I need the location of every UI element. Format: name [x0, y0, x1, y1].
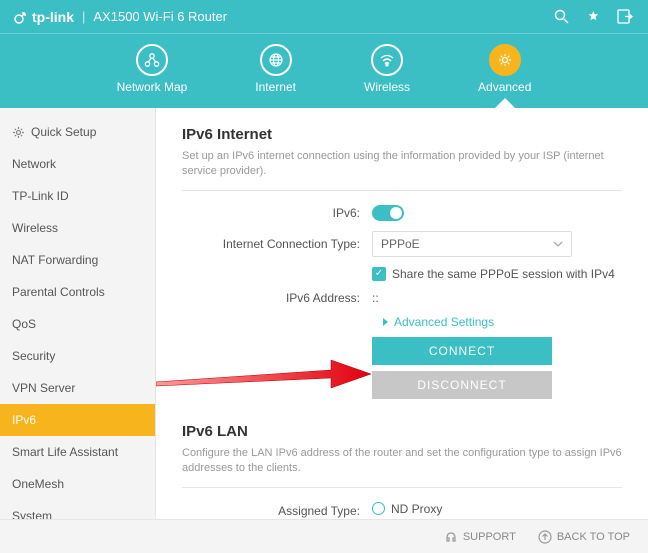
- sidebar-item-security[interactable]: Security: [0, 340, 155, 372]
- ipv6-addr-value: ::: [372, 291, 622, 305]
- sidebar-item-network[interactable]: Network: [0, 148, 155, 180]
- tab-label: Wireless: [364, 80, 410, 94]
- support-link[interactable]: SUPPORT: [444, 530, 516, 544]
- tab-wireless[interactable]: Wireless: [364, 44, 410, 94]
- tab-advanced[interactable]: Advanced: [478, 44, 531, 94]
- sidebar-item-label: Quick Setup: [31, 125, 96, 139]
- tab-label: Internet: [255, 80, 296, 94]
- search-icon[interactable]: [552, 8, 570, 26]
- connect-button[interactable]: CONNECT: [372, 337, 552, 365]
- radio-icon: [372, 502, 385, 515]
- back-to-top-link[interactable]: BACK TO TOP: [538, 530, 630, 544]
- sidebar-item-quick-setup[interactable]: Quick Setup: [0, 116, 155, 148]
- body: Quick Setup Network TP-Link ID Wireless …: [0, 108, 648, 527]
- back-to-top-label: BACK TO TOP: [557, 531, 630, 543]
- share-pppoe-checkbox[interactable]: ✓: [372, 267, 386, 281]
- section-desc-ipv6-lan: Configure the LAN IPv6 address of the ro…: [182, 446, 622, 488]
- ipv6-label: IPv6:: [182, 206, 372, 220]
- sidebar-item-label: QoS: [12, 317, 36, 331]
- main-content: IPv6 Internet Set up an IPv6 internet co…: [156, 108, 648, 527]
- sidebar-item-label: OneMesh: [12, 477, 64, 491]
- header-actions: [552, 8, 634, 26]
- brand-logo: tp-link: [14, 9, 74, 25]
- share-pppoe-label: Share the same PPPoE session with IPv4: [392, 267, 615, 281]
- app-header: tp-link | AX1500 Wi-Fi 6 Router Network …: [0, 0, 648, 108]
- network-map-icon: [136, 44, 168, 76]
- main-tabs: Network Map Internet Wireless Advanced: [0, 34, 648, 108]
- sidebar-item-label: Parental Controls: [12, 285, 105, 299]
- sidebar-item-ipv6[interactable]: IPv6: [0, 404, 155, 436]
- conn-type-label: Internet Connection Type:: [182, 237, 372, 251]
- led-icon[interactable]: [584, 8, 602, 26]
- brand-name: tp-link: [32, 9, 74, 25]
- support-icon: [444, 530, 458, 544]
- section-title-ipv6-internet: IPv6 Internet: [182, 126, 622, 143]
- sidebar-item-label: IPv6: [12, 413, 36, 427]
- ipv6-toggle[interactable]: [372, 205, 404, 221]
- sidebar-item-label: VPN Server: [12, 381, 75, 395]
- conn-type-value: PPPoE: [381, 237, 420, 251]
- footer: SUPPORT BACK TO TOP: [0, 519, 648, 553]
- header-top-bar: tp-link | AX1500 Wi-Fi 6 Router: [0, 0, 648, 34]
- model-name: AX1500 Wi-Fi 6 Router: [93, 9, 227, 24]
- caret-right-icon: [382, 317, 390, 327]
- up-arrow-icon: [538, 530, 552, 544]
- ipv6-addr-label: IPv6 Address:: [182, 291, 372, 305]
- brand: tp-link | AX1500 Wi-Fi 6 Router: [14, 9, 227, 25]
- tab-network-map[interactable]: Network Map: [117, 44, 188, 94]
- advanced-settings-label: Advanced Settings: [394, 315, 494, 329]
- section-desc-ipv6-internet: Set up an IPv6 internet connection using…: [182, 149, 622, 191]
- conn-type-select[interactable]: PPPoE: [372, 231, 572, 257]
- tab-label: Network Map: [117, 80, 188, 94]
- sidebar-item-tplink-id[interactable]: TP-Link ID: [0, 180, 155, 212]
- sidebar-item-onemesh[interactable]: OneMesh: [0, 468, 155, 500]
- annotation-arrow: [156, 352, 376, 402]
- sidebar-item-nat[interactable]: NAT Forwarding: [0, 244, 155, 276]
- sidebar-item-label: Network: [12, 157, 56, 171]
- internet-icon: [260, 44, 292, 76]
- disconnect-button[interactable]: DISCONNECT: [372, 371, 552, 399]
- wireless-icon: [371, 44, 403, 76]
- tab-label: Advanced: [478, 80, 531, 94]
- row-ipv6-toggle: IPv6:: [182, 205, 622, 221]
- brand-separator: |: [82, 9, 85, 24]
- sidebar-item-label: Smart Life Assistant: [12, 445, 118, 459]
- tab-internet[interactable]: Internet: [255, 44, 296, 94]
- row-conn-type: Internet Connection Type: PPPoE: [182, 231, 622, 257]
- sidebar-item-smartlife[interactable]: Smart Life Assistant: [0, 436, 155, 468]
- sidebar-item-wireless[interactable]: Wireless: [0, 212, 155, 244]
- sidebar: Quick Setup Network TP-Link ID Wireless …: [0, 108, 156, 527]
- section-title-ipv6-lan: IPv6 LAN: [182, 423, 622, 440]
- advanced-icon: [489, 44, 521, 76]
- row-share-pppoe: ✓ Share the same PPPoE session with IPv4: [182, 267, 622, 281]
- sidebar-item-parental[interactable]: Parental Controls: [0, 276, 155, 308]
- radio-label: ND Proxy: [391, 502, 442, 516]
- chevron-down-icon: [553, 241, 563, 247]
- row-ipv6-address: IPv6 Address: ::: [182, 291, 622, 305]
- logout-icon[interactable]: [616, 8, 634, 26]
- assigned-type-label: Assigned Type:: [182, 502, 372, 518]
- sidebar-item-label: TP-Link ID: [12, 189, 69, 203]
- sidebar-item-label: NAT Forwarding: [12, 253, 98, 267]
- sidebar-item-qos[interactable]: QoS: [0, 308, 155, 340]
- sidebar-item-label: Security: [12, 349, 55, 363]
- sidebar-item-label: Wireless: [12, 221, 58, 235]
- advanced-settings-link[interactable]: Advanced Settings: [382, 315, 622, 329]
- radio-nd-proxy[interactable]: ND Proxy: [372, 502, 622, 516]
- sidebar-item-vpn[interactable]: VPN Server: [0, 372, 155, 404]
- support-label: SUPPORT: [463, 531, 516, 543]
